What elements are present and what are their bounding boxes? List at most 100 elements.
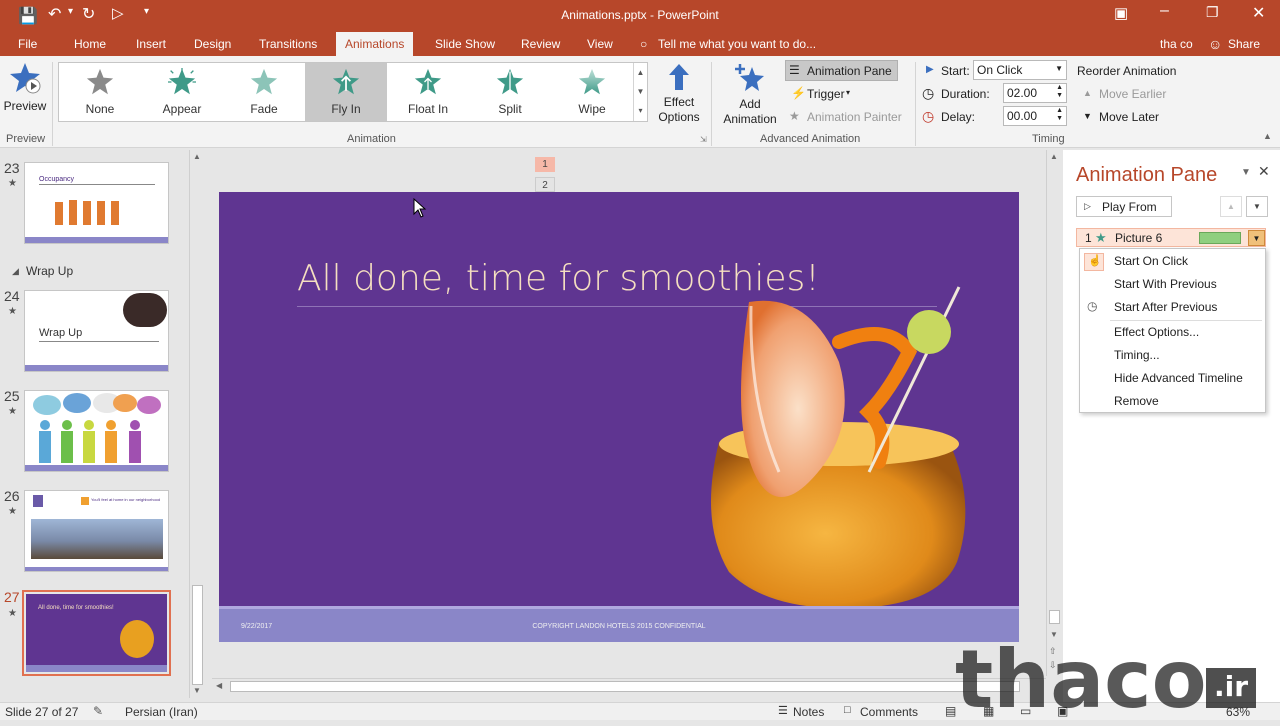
scroll-thumb[interactable]: [1049, 610, 1060, 624]
slide[interactable]: All done, time for smoothies! 9/22/2017 …: [219, 192, 1019, 642]
gallery-scroll[interactable]: ▲ ▼ ▾: [633, 63, 647, 121]
scroll-up-icon[interactable]: ▲: [1050, 152, 1058, 161]
move-later-button[interactable]: Move Later: [1099, 110, 1159, 124]
item-dropdown-button[interactable]: ▼: [1248, 230, 1265, 246]
close-icon[interactable]: ✕: [1252, 3, 1265, 23]
pane-options-icon[interactable]: ▼: [1241, 167, 1251, 178]
star-none-icon: [86, 68, 114, 95]
section-collapse-icon[interactable]: ◢: [12, 266, 19, 277]
tell-me-search[interactable]: Tell me what you want to do...: [658, 37, 816, 51]
effect-appear[interactable]: Appear: [141, 63, 223, 121]
title-bar: 💾 ↶ ▾ ↻ ▷ ▾ Animations.pptx - PowerPoint…: [0, 0, 1280, 32]
section-name[interactable]: Wrap Up: [26, 264, 73, 278]
occupancy-bar: [97, 201, 105, 225]
tab-home[interactable]: Home: [74, 37, 106, 51]
thumb-photo: [123, 293, 167, 327]
animation-gallery: None Appear Fade Fly In Float In Split W…: [58, 62, 648, 122]
effect-fly-in[interactable]: Fly In: [305, 63, 387, 121]
slide-counter[interactable]: Slide 27 of 27: [5, 705, 78, 719]
menu-hide-advanced-timeline[interactable]: Hide Advanced Timeline: [1114, 371, 1243, 385]
scroll-thumb[interactable]: [192, 585, 203, 685]
user-name[interactable]: tha co: [1160, 37, 1193, 51]
thumb-smoothie: [120, 620, 154, 658]
language-indicator[interactable]: Persian (Iran): [125, 705, 198, 719]
restore-icon[interactable]: ❐: [1206, 4, 1219, 21]
slide-horizontal-scrollbar[interactable]: ◀: [212, 678, 1046, 694]
ribbon-display-options-icon[interactable]: ▣: [1114, 4, 1128, 22]
collapse-ribbon-icon[interactable]: ▲: [1263, 131, 1272, 141]
slide-thumbnail-24[interactable]: Wrap Up: [24, 290, 169, 372]
thumb-title: Wrap Up: [39, 327, 83, 339]
slide-vertical-scrollbar[interactable]: ▲ ▼ ⇧ ⇩: [1046, 150, 1062, 676]
tab-animations[interactable]: Animations: [336, 32, 414, 56]
play-from-button[interactable]: ▷ Play From: [1076, 196, 1172, 217]
divider: [915, 62, 916, 146]
trigger-icon: ⚡: [791, 86, 806, 100]
dialog-launcher-icon[interactable]: ⇲: [700, 135, 707, 144]
start-dropdown[interactable]: On Click ▼: [973, 60, 1067, 80]
add-animation-button[interactable]: Add Animation: [716, 62, 784, 130]
scroll-thumb[interactable]: [230, 681, 1020, 692]
preview-button[interactable]: Preview: [2, 60, 48, 124]
menu-effect-options[interactable]: Effect Options...: [1114, 325, 1199, 339]
notes-button[interactable]: Notes: [793, 705, 824, 719]
trigger-button[interactable]: Trigger: [807, 87, 845, 101]
effect-split[interactable]: Split: [469, 63, 551, 121]
slide-number: 24: [4, 288, 20, 304]
move-up-button[interactable]: ▲: [1220, 196, 1242, 217]
animation-star-icon: ★: [8, 406, 17, 417]
menu-timing[interactable]: Timing...: [1114, 348, 1160, 362]
delay-spinner[interactable]: 00.00 ▲ ▼: [1003, 106, 1067, 126]
tab-file[interactable]: File: [18, 37, 37, 51]
minimize-icon[interactable]: –: [1160, 2, 1169, 20]
tab-view[interactable]: View: [587, 37, 613, 51]
scroll-down-icon[interactable]: ▼: [193, 686, 201, 695]
slide-thumbnail-27[interactable]: All done, time for smoothies!: [26, 594, 167, 672]
animation-painter-button[interactable]: Animation Painter: [807, 110, 902, 124]
thumb-title: Occupancy: [39, 176, 75, 183]
animation-tag-1[interactable]: 1: [535, 157, 555, 172]
menu-start-with-previous[interactable]: Start With Previous: [1114, 277, 1217, 291]
thumb-footer: [25, 365, 168, 371]
animation-tag-2[interactable]: 2: [535, 177, 555, 192]
effect-wipe[interactable]: Wipe: [551, 63, 633, 121]
move-earlier-button[interactable]: Move Earlier: [1099, 87, 1166, 101]
star-fly-in-icon: [332, 68, 360, 95]
share-button[interactable]: Share: [1228, 37, 1260, 51]
move-down-button[interactable]: ▼: [1246, 196, 1268, 217]
scroll-up-icon[interactable]: ▲: [193, 152, 201, 161]
close-pane-icon[interactable]: ✕: [1258, 163, 1270, 180]
tab-design[interactable]: Design: [194, 37, 231, 51]
start-value: On Click: [977, 63, 1023, 77]
slide-thumbnail-26[interactable]: You'll feel at home in our neighborhood: [24, 490, 169, 572]
comments-button[interactable]: Comments: [860, 705, 918, 719]
animation-item[interactable]: 1 ★ Picture 6 ▼: [1076, 228, 1266, 247]
menu-start-on-click[interactable]: Start On Click: [1114, 254, 1188, 268]
tab-review[interactable]: Review: [521, 37, 560, 51]
scroll-left-icon[interactable]: ◀: [216, 681, 222, 690]
tab-slideshow[interactable]: Slide Show: [435, 37, 495, 51]
watermark-ir: .ir: [1206, 668, 1256, 708]
lightbulb-icon: ○: [640, 37, 648, 51]
delay-clock-icon: ◷: [922, 108, 935, 124]
tab-transitions[interactable]: Transitions: [259, 37, 317, 51]
thumbnail-scrollbar[interactable]: ▲ ▼: [189, 150, 205, 698]
tab-insert[interactable]: Insert: [136, 37, 166, 51]
slide-thumbnail-25[interactable]: [24, 390, 169, 472]
effect-none[interactable]: None: [59, 63, 141, 121]
occupancy-bar: [69, 200, 77, 225]
thumb-logo: [33, 495, 43, 507]
duration-label: Duration:: [941, 87, 990, 101]
effect-options-button[interactable]: Effect Options: [652, 62, 706, 128]
duration-spinner[interactable]: 02.00 ▲ ▼: [1003, 83, 1067, 103]
smoothie-picture[interactable]: [689, 282, 1009, 608]
menu-remove[interactable]: Remove: [1114, 394, 1159, 408]
slide-thumbnail-23[interactable]: Occupancy: [24, 162, 169, 244]
timeline-bar[interactable]: [1199, 232, 1241, 244]
spell-check-icon[interactable]: ✎: [93, 704, 103, 718]
menu-start-after-previous[interactable]: Start After Previous: [1114, 300, 1217, 314]
effect-float-in[interactable]: Float In: [387, 63, 469, 121]
star-split-icon: [496, 68, 524, 95]
effect-fade[interactable]: Fade: [223, 63, 305, 121]
slide-number: 25: [4, 388, 20, 404]
